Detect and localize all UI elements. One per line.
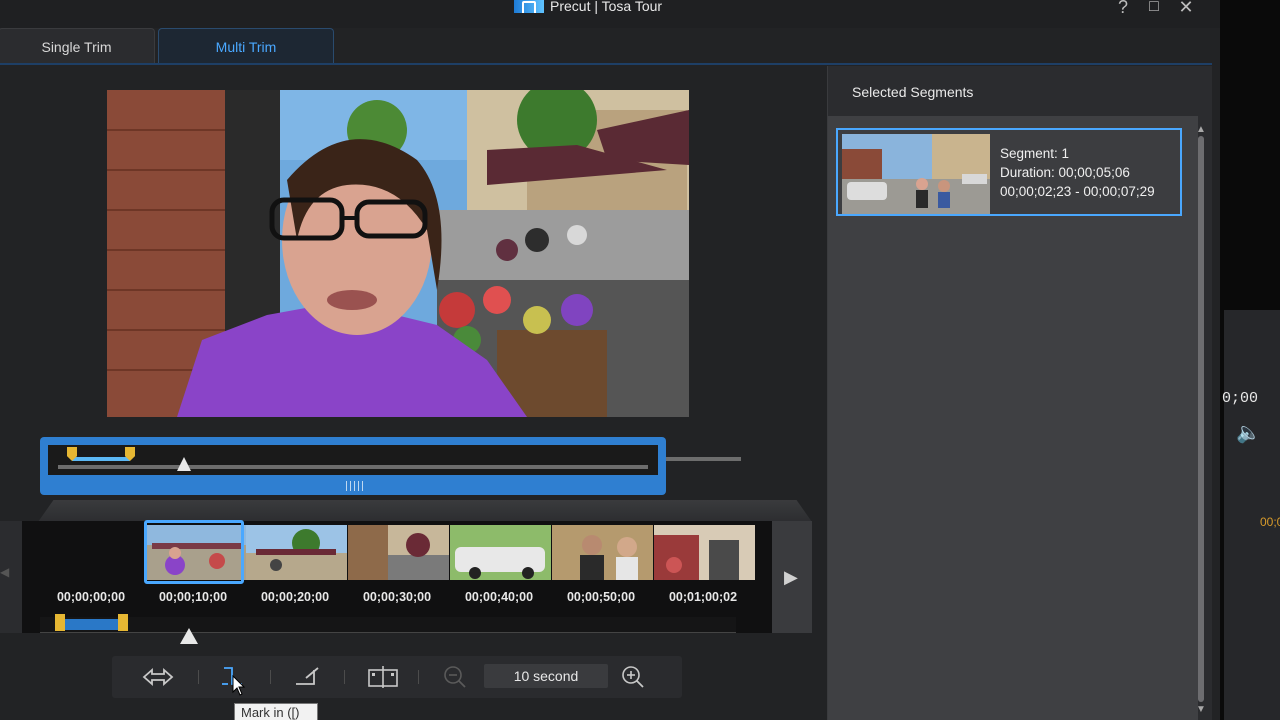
title-bar: Precut | Tosa Tour ? □ ✕ [0,0,1220,28]
toolbar-divider [198,670,199,684]
selected-segments-title: Selected Segments [852,84,974,100]
prev-icon: ◀ [0,565,10,579]
precut-window: Precut | Tosa Tour ? □ ✕ Single Trim Mul… [0,0,1220,720]
timecode-label: 00;00;40;00 [464,590,534,604]
timeline-thumbnail[interactable] [246,525,347,580]
app-logo-icon [514,0,544,13]
background-app [1220,0,1280,720]
maximize-icon[interactable]: □ [1143,0,1165,18]
close-icon[interactable]: ✕ [1175,0,1197,18]
selected-thumbnail-frame [144,520,244,584]
scroll-up-icon[interactable]: ▲ [1196,124,1206,135]
window-title-text: Precut | Tosa Tour [550,0,663,14]
split-segment-button[interactable] [366,664,400,690]
trim-track [58,465,648,469]
timecode-label: 00;00;00;00 [56,590,126,604]
trim-track-area [48,445,658,475]
trim-toolbar: 10 second [112,656,682,698]
segment-duration: Duration: 00;00;05;06 [1000,165,1130,180]
timeline-thumbnail[interactable] [654,525,755,580]
speaker-icon: 🔈 [1236,422,1261,444]
segment-list[interactable]: Segment: 1 Duration: 00;00;05;06 00;00;0… [828,116,1198,720]
mouse-cursor-icon [232,675,246,696]
video-preview[interactable] [107,90,689,417]
zoom-level-field[interactable]: 10 second [484,664,608,688]
trim-grip-handle[interactable] [338,481,370,491]
timeline-thumbnail[interactable] [348,525,449,580]
tab-underline [0,63,1212,65]
zoom-in-icon [622,666,644,688]
timeline-selection [58,619,124,630]
timeline-thumbnail[interactable] [450,525,551,580]
zoom-in-button[interactable] [620,664,646,690]
window-title: Precut | Tosa Tour [514,0,662,15]
toolbar-divider [344,670,345,684]
toolbar-divider [270,670,271,684]
trim-track-extension [666,457,741,461]
tab-multi-trim[interactable]: Multi Trim [158,28,334,64]
timeline-thumbnail[interactable] [552,525,653,580]
timecode-label: 00;00;10;00 [158,590,228,604]
scroll-down-icon[interactable]: ▼ [1196,704,1206,715]
segment-thumbnail [842,134,990,214]
segment-card[interactable]: Segment: 1 Duration: 00;00;05;06 00;00;0… [836,128,1182,216]
timeline-header [38,500,812,522]
selected-segments-panel: Selected Segments Segment: 1 Duration: 0… [827,66,1212,720]
fit-timeline-button[interactable] [140,664,176,690]
mark-out-icon [296,667,319,685]
segment-info: Segment: 1 Duration: 00;00;05;06 00;00;0… [1000,144,1155,201]
timecode-label: 00;00;50;00 [566,590,636,604]
film-split-icon [368,666,398,688]
mark-out-button[interactable] [292,664,324,690]
timecode-label: 00;00;30;00 [362,590,432,604]
segment-list-scrollbar[interactable]: ▲ ▼ [1194,124,1208,720]
timeline-ruler[interactable] [40,617,736,633]
timecode-label: 00;00;20;00 [260,590,330,604]
trim-selection [72,457,130,461]
segment-label: Segment: 1 [1000,146,1070,161]
timeline-scroll-left[interactable]: ◀ [0,521,22,633]
timeline-mark-out-handle[interactable] [118,614,128,631]
toolbar-divider [418,670,419,684]
double-arrow-icon [142,668,174,686]
zoom-out-button[interactable] [442,664,468,690]
next-icon: ▶ [784,567,798,587]
segment-range: 00;00;02;23 - 00;00;07;29 [1000,184,1155,199]
background-timecode: 00;0 [1260,515,1280,529]
timecode-label: 00;01;00;02 [668,590,738,604]
zoom-out-icon [444,666,466,688]
help-icon[interactable]: ? [1112,0,1134,18]
timeline-scroll-right[interactable]: ▶ [772,521,812,633]
background-time-display: 0;00 [1222,390,1259,407]
tab-single-trim[interactable]: Single Trim [0,28,155,64]
timeline-mark-in-handle[interactable] [55,614,65,631]
mark-in-tooltip: Mark in ([) [234,703,318,720]
scrollbar-thumb[interactable] [1198,136,1204,702]
